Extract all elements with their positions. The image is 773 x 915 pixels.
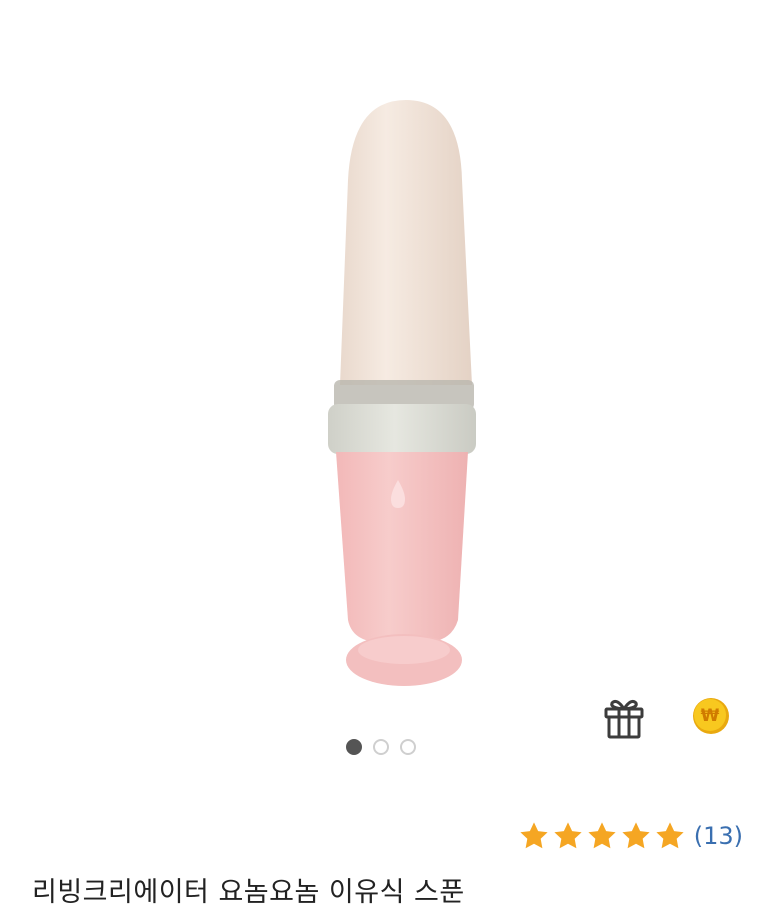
review-count[interactable]: (13) (694, 822, 743, 850)
pagination-dot-3[interactable] (400, 739, 416, 755)
pagination-dot-1[interactable] (346, 739, 362, 755)
product-title: 리빙크리에이터 요놈요놈 이유식 스푼 (32, 877, 465, 908)
star-icon (656, 822, 684, 849)
point-coin-button[interactable]: ₩ (690, 695, 732, 737)
star-icon (554, 822, 582, 849)
gift-button[interactable] (600, 693, 648, 741)
star-icon (520, 822, 548, 849)
rating[interactable]: (13) (518, 820, 743, 852)
product-image[interactable] (0, 0, 773, 720)
star-icon (588, 822, 616, 849)
pagination-dot-2[interactable] (373, 739, 389, 755)
spoon-feeder-illustration (328, 100, 476, 686)
image-pagination (346, 738, 416, 756)
star-icon (622, 822, 650, 849)
coin-symbol: ₩ (701, 706, 720, 726)
star-rating (518, 820, 686, 852)
gift-icon (604, 700, 644, 739)
won-coin-icon: ₩ (693, 698, 729, 734)
